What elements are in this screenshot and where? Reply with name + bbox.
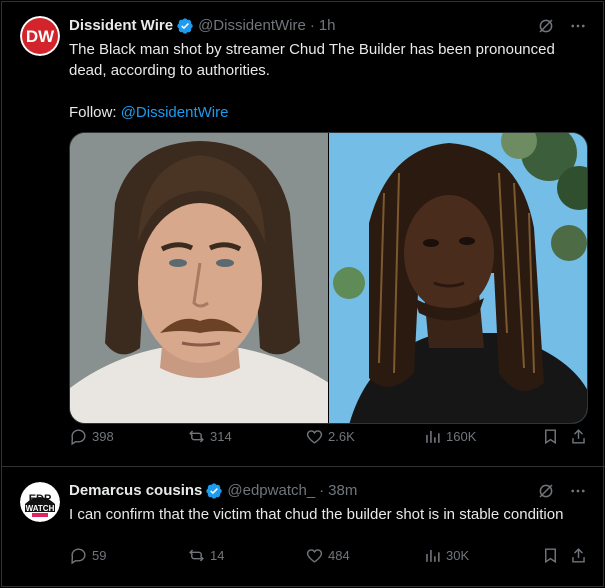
timestamp[interactable]: 1h [319,16,336,36]
man-portrait-photo-right [328,133,587,423]
avatar-text-bottom: WATCH [26,504,55,513]
timeline: DW Dissident Wire @DissidentWire · 1h Th… [1,1,605,588]
reply-icon [69,546,88,565]
like-button[interactable]: 484 [305,546,350,565]
man-portrait-photo-left [70,133,328,423]
tweet-top-actions [537,17,587,35]
grok-icon[interactable] [537,482,555,500]
handle[interactable]: @edpwatch_ [227,481,315,501]
like-count: 484 [328,547,350,563]
share-button[interactable] [569,546,588,565]
verified-badge-icon [176,17,194,35]
reply-button[interactable]: 59 [69,546,106,565]
separator-dot: · [319,482,325,499]
bookmark-button[interactable] [541,427,560,446]
tweet-follow-line: Follow: @DissidentWire [69,102,589,123]
avatar[interactable]: DW [20,16,60,56]
heart-icon [305,546,324,565]
more-options-icon[interactable] [569,17,587,35]
repost-count: 14 [210,547,225,563]
views-count: 160K [446,428,477,444]
views-button[interactable]: 160K [423,427,476,446]
reply-count: 398 [92,428,114,444]
repost-button[interactable]: 14 [187,546,224,565]
like-count: 2.6K [328,428,355,444]
share-icon [569,546,588,565]
bookmark-icon [541,546,560,565]
bookmark-icon [541,427,560,446]
reply-button[interactable]: 398 [69,427,114,446]
repost-icon [187,427,206,446]
grok-icon[interactable] [537,17,555,35]
avatar-initials: DW [26,27,55,46]
display-name[interactable]: Demarcus cousins [69,481,202,501]
tweet[interactable]: EDP WATCH Demarcus cousins @edpwatch_ · … [2,467,605,588]
verified-badge-icon [205,482,223,500]
tweet-media[interactable] [69,132,588,424]
media-photo-left[interactable] [70,133,329,423]
more-options-icon[interactable] [569,482,587,500]
tweet-header: Demarcus cousins @edpwatch_ · 38m [69,481,357,501]
repost-count: 314 [210,428,232,444]
views-chart-icon [423,546,442,565]
mention-link[interactable]: @DissidentWire [121,104,229,121]
share-icon [569,427,588,446]
bookmark-button[interactable] [541,546,560,565]
avatar[interactable]: EDP WATCH [20,482,60,522]
tweet[interactable]: DW Dissident Wire @DissidentWire · 1h Th… [2,2,605,467]
follow-prefix: Follow: [69,104,121,121]
share-button[interactable] [569,427,588,446]
tweet-header: Dissident Wire @DissidentWire · 1h [69,16,336,36]
tweet-text: I can confirm that the victim that chud … [69,506,564,523]
views-chart-icon [423,427,442,446]
tweet-text: The Black man shot by streamer Chud The … [69,39,589,123]
display-name[interactable]: Dissident Wire [69,16,173,36]
tweet-top-actions [537,482,587,500]
repost-icon [187,546,206,565]
heart-icon [305,427,324,446]
handle[interactable]: @DissidentWire [198,16,306,36]
separator-dot: · [309,17,315,34]
media-photo-right[interactable] [328,133,587,423]
tweet-text-main: The Black man shot by streamer Chud The … [69,41,555,79]
views-button[interactable]: 30K [423,546,469,565]
repost-button[interactable]: 314 [187,427,232,446]
reply-count: 59 [92,547,107,563]
like-button[interactable]: 2.6K [305,427,355,446]
views-count: 30K [446,547,470,563]
timestamp[interactable]: 38m [328,481,357,501]
reply-icon [69,427,88,446]
